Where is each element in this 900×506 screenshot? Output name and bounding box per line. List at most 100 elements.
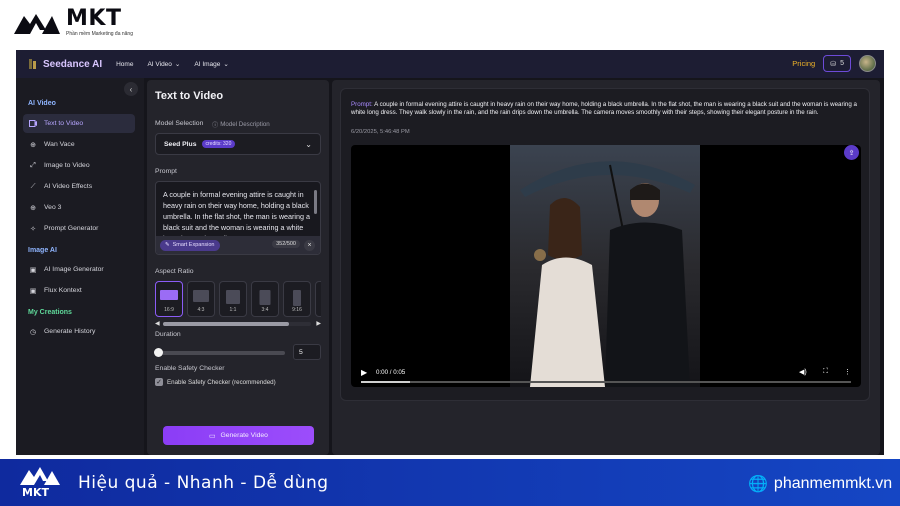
result-prompt-text: A couple in formal evening attire is cau…	[351, 101, 857, 116]
app-logo[interactable]: Seedance AI	[28, 58, 102, 70]
safety-checkbox-label: Enable Safety Checker (recommended)	[167, 378, 276, 386]
wand-icon: ⟋	[30, 182, 36, 190]
banner-logo: MKT	[18, 465, 62, 504]
sidebar-item-generate-history[interactable]: ◷ Generate History	[23, 322, 135, 341]
model-name: Seed Plus	[164, 140, 197, 148]
prompt-textarea[interactable]: A couple in formal evening attire is cau…	[155, 181, 321, 255]
nav-ai-image[interactable]: AI Image ⌄	[194, 60, 229, 69]
more-options-icon[interactable]: ⋮	[844, 368, 851, 376]
ratio-shape	[193, 290, 209, 302]
chevron-down-icon: ⌄	[223, 61, 229, 68]
sidebar-item-prompt-generator[interactable]: ✧ Prompt Generator	[23, 219, 135, 238]
image-icon: ▣	[29, 287, 37, 295]
top-navbar: Seedance AI Home AI Video ⌄ AI Image ⌄ Pri…	[16, 50, 884, 78]
banner-website[interactable]: 🌐 phanmemmkt.vn	[748, 474, 892, 494]
credits-pill[interactable]: ⛁ 5	[823, 55, 851, 72]
globe-icon: 🌐	[748, 476, 768, 493]
pricing-link[interactable]: Pricing	[792, 59, 815, 68]
nav-right: Pricing ⛁ 5	[792, 55, 876, 72]
ratio-shape	[226, 290, 240, 304]
sidebar-item-label: Image to Video	[44, 162, 90, 169]
aspect-ratio-16-9[interactable]: 16:9	[155, 281, 183, 317]
aspect-ratio-more[interactable]	[315, 281, 321, 317]
aspect-ratio-4-3[interactable]: 4:3	[187, 281, 215, 317]
video-time: 0:00 / 0:05	[376, 369, 406, 376]
volume-icon[interactable]: ◀)	[799, 368, 807, 376]
nav-ai-image-label: AI Image	[194, 60, 221, 68]
ratio-shape	[160, 290, 178, 300]
website-text: phanmemmkt.vn	[773, 475, 893, 492]
scroll-thumb[interactable]	[163, 322, 289, 326]
duration-slider[interactable]	[154, 348, 285, 357]
pencil-icon: ✎	[165, 242, 170, 248]
prompt-scrollbar[interactable]	[314, 190, 317, 214]
smart-expansion-button[interactable]: ✎ Smart Expansion	[160, 239, 220, 251]
aspect-ratio-3-4[interactable]: 3:4	[251, 281, 279, 317]
result-card: Prompt: A couple in formal evening attir…	[340, 88, 870, 401]
expand-icon: ⤢	[30, 161, 36, 169]
play-icon[interactable]: ▶	[361, 368, 367, 377]
aspect-ratio-1-1[interactable]: 1:1	[219, 281, 247, 317]
app-name: Seedance AI	[43, 58, 103, 70]
video-thumbnail	[510, 145, 700, 387]
sidebar-item-label: Prompt Generator	[44, 225, 99, 232]
generate-video-button[interactable]: ▭ Generate Video	[163, 426, 314, 445]
scroll-right-icon[interactable]: ▶	[316, 320, 321, 327]
collapse-sidebar-button[interactable]: ‹	[124, 82, 138, 96]
fullscreen-icon[interactable]: ⛶	[823, 368, 828, 376]
globe-icon: ⊕	[30, 141, 36, 149]
sidebar-item-flux-kontext[interactable]: ▣ Flux Kontext	[23, 281, 135, 300]
model-select[interactable]: Seed Plus credits: 320 ⌄	[155, 133, 321, 155]
scroll-left-icon[interactable]: ◀	[155, 320, 160, 327]
result-prompt-label: Prompt:	[351, 101, 373, 108]
aspect-ratio-9-16[interactable]: 9:16	[283, 281, 311, 317]
prompt-footer: ✎ Smart Expansion 352/500 ×	[156, 236, 320, 254]
model-description-link[interactable]: ⓘ Model Description	[212, 120, 270, 129]
info-icon: ⓘ	[212, 122, 219, 129]
aspect-ratio-scrollbar[interactable]: ◀ ▶	[155, 321, 321, 327]
sidebar-item-veo-3[interactable]: ⊕ Veo 3	[23, 198, 135, 217]
ratio-label: 3:4	[261, 307, 269, 313]
app-window: Seedance AI Home AI Video ⌄ AI Image ⌄ Pri…	[16, 50, 884, 455]
result-prompt: Prompt: A couple in formal evening attir…	[351, 101, 863, 117]
sidebar-item-image-to-video[interactable]: ⤢ Image to Video	[23, 156, 135, 175]
sidebar-item-ai-video-effects[interactable]: ⟋ AI Video Effects	[23, 177, 135, 196]
sidebar-item-text-to-video[interactable]: Text to Video	[23, 114, 135, 133]
safety-checker-label: Enable Safety Checker	[155, 365, 225, 372]
video-player[interactable]: ▶ 0:00 / 0:05 ◀) ⛶ ⋮	[351, 145, 861, 387]
sidebar-item-wan-vace[interactable]: ⊕ Wan Vace	[23, 135, 135, 154]
sidebar-item-label: Veo 3	[44, 204, 62, 211]
mkt-logo: MKT Phần mềm Marketing đa năng	[12, 8, 133, 37]
sidebar-item-label: Flux Kontext	[44, 287, 82, 294]
nav-home[interactable]: Home	[116, 61, 133, 68]
slider-knob[interactable]	[154, 348, 163, 357]
video-progress-bar[interactable]	[361, 381, 851, 383]
ratio-label: 16:9	[164, 307, 174, 313]
nav-ai-video[interactable]: AI Video ⌄	[147, 60, 180, 69]
banner-tagline: Hiệu quả - Nhanh - Dễ dùng	[78, 473, 329, 493]
model-credits-badge: credits: 320	[201, 140, 236, 148]
safety-checker-option[interactable]: ✓ Enable Safety Checker (recommended)	[155, 378, 276, 386]
globe-icon: ⊕	[30, 204, 36, 212]
sidebar: ‹ AI Video Text to Video ⊕ Wan Vace ⤢ Im…	[16, 78, 144, 455]
sidebar-item-ai-image-generator[interactable]: ▣ AI Image Generator	[23, 260, 135, 279]
model-description-label: Model Description	[220, 121, 270, 128]
seedance-logo-icon	[29, 59, 36, 69]
image-icon: ▣	[29, 266, 37, 274]
avatar[interactable]	[859, 55, 876, 72]
sidebar-item-label: Generate History	[44, 328, 96, 335]
slider-track	[157, 351, 285, 355]
video-icon	[29, 120, 37, 128]
share-icon[interactable]: ⇪	[844, 145, 859, 160]
nav-ai-video-label: AI Video	[147, 60, 172, 68]
sparkle-icon: ✧	[30, 225, 36, 233]
aspect-ratio-label: Aspect Ratio	[155, 268, 194, 275]
result-area: Prompt: A couple in formal evening attir…	[332, 80, 880, 455]
clear-prompt-button[interactable]: ×	[304, 240, 315, 251]
ratio-label: 1:1	[229, 307, 237, 313]
safety-checkbox[interactable]: ✓	[155, 378, 163, 386]
ratio-label: 9:16	[292, 307, 302, 313]
svg-text:MKT: MKT	[22, 486, 49, 499]
bottom-banner: MKT Hiệu quả - Nhanh - Dễ dùng 🌐 phanmem…	[0, 459, 900, 506]
duration-input[interactable]: 5	[293, 344, 321, 360]
